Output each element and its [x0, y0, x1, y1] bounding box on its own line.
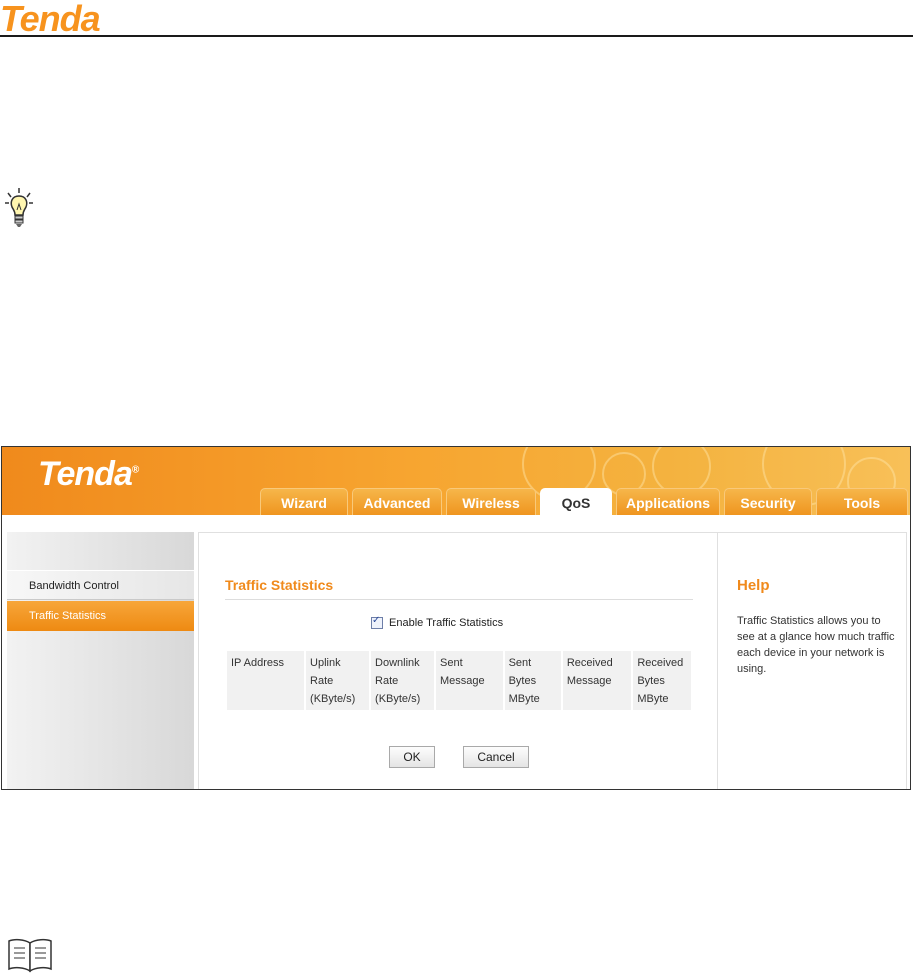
header-line: Rate [375, 675, 399, 687]
nav-strip [2, 515, 910, 531]
header-line: (KByte/s) [375, 693, 421, 705]
col-sent-message: Sent Message [436, 651, 503, 710]
header-line: Received [637, 657, 684, 669]
trademark-mark: ® [131, 464, 139, 476]
header-line: Message [566, 675, 612, 687]
header-line: MByte [508, 693, 540, 705]
col-downlink-rate: Downlink Rate (KByte/s) [371, 651, 435, 710]
help-text: Traffic Statistics allows you to see at … [737, 615, 895, 675]
document-logo: Tenda [0, 0, 101, 39]
enable-traffic-statistics-label: Enable Traffic Statistics [389, 617, 504, 629]
header-line: Bytes [508, 675, 537, 687]
header-line: Uplink [310, 657, 341, 669]
header-line: Sent [440, 657, 463, 669]
tab-wireless[interactable]: Wireless [446, 488, 536, 515]
header-line: IP Address [231, 657, 284, 669]
help-title: Help [737, 577, 770, 594]
app-logo-text: Tenda [38, 455, 133, 493]
header-line: Received [566, 657, 613, 669]
header-line: MByte [637, 693, 669, 705]
col-received-message: Received Message [562, 651, 632, 710]
header-line: Rate [310, 675, 334, 687]
header-line: (KByte/s) [310, 693, 356, 705]
cancel-button[interactable]: Cancel [463, 746, 529, 768]
sidebar: Bandwidth Control Traffic Statistics [7, 532, 194, 789]
title-divider [225, 599, 693, 600]
header-banner: Tenda® Wizard Advanced Wireless QoS Appl… [2, 447, 910, 515]
tab-tools[interactable]: Tools [816, 488, 908, 515]
header-line: Bytes [637, 675, 665, 687]
col-received-bytes: Received Bytes MByte [633, 651, 691, 710]
sidebar-item-traffic-statistics[interactable]: Traffic Statistics [7, 601, 194, 631]
tab-wizard[interactable]: Wizard [260, 488, 348, 515]
table-header-row: IP Address Uplink Rate (KByte/s) Downlin… [227, 651, 691, 710]
header-line: Message [440, 675, 485, 687]
lightbulb-tip-icon [5, 188, 33, 227]
col-sent-bytes: Sent Bytes MByte [504, 651, 561, 710]
ok-button[interactable]: OK [389, 746, 435, 768]
enable-traffic-statistics-checkbox[interactable] [371, 615, 383, 630]
col-uplink-rate: Uplink Rate (KByte/s) [306, 651, 370, 710]
tab-advanced[interactable]: Advanced [352, 488, 442, 515]
col-ip-address: IP Address [227, 651, 305, 710]
header-line: Downlink [375, 657, 420, 669]
page-title: Traffic Statistics [225, 577, 334, 593]
tab-qos[interactable]: QoS [540, 488, 612, 515]
enable-traffic-statistics-row: Enable Traffic Statistics [371, 615, 504, 630]
router-ui-screenshot: Tenda® Wizard Advanced Wireless QoS Appl… [1, 446, 911, 790]
header-line: Sent [508, 657, 532, 669]
traffic-statistics-table: IP Address Uplink Rate (KByte/s) Downlin… [225, 651, 693, 710]
tab-applications[interactable]: Applications [616, 488, 720, 515]
sidebar-item-bandwidth-control[interactable]: Bandwidth Control [7, 570, 194, 600]
help-panel: Help Traffic Statistics allows you to se… [718, 532, 907, 789]
header-divider [0, 35, 913, 37]
tab-security[interactable]: Security [724, 488, 812, 515]
app-logo: Tenda® [38, 455, 139, 494]
book-note-icon [8, 938, 52, 973]
main-content: Traffic Statistics Enable Traffic Statis… [198, 532, 718, 789]
